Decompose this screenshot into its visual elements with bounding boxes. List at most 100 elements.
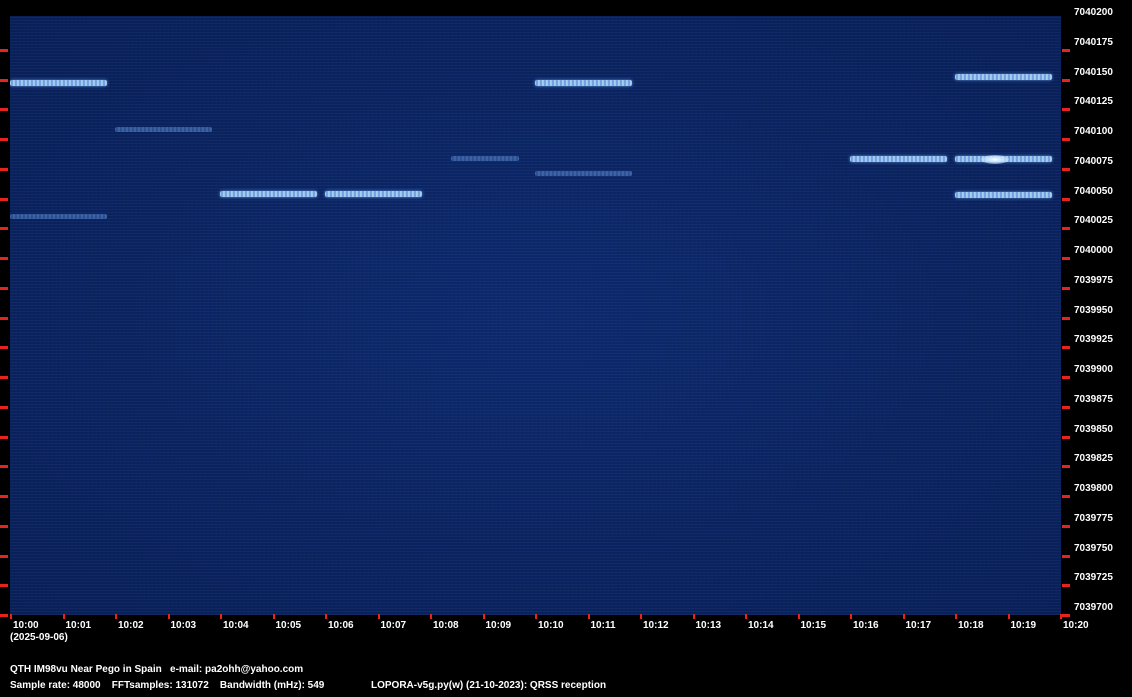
frequency-tick-label: 7039800 bbox=[1074, 483, 1113, 494]
frequency-tick-label: 7040000 bbox=[1074, 245, 1113, 256]
frequency-tick-mark bbox=[1062, 257, 1070, 260]
frequency-tick-label: 7040100 bbox=[1074, 126, 1113, 137]
time-tick-mark bbox=[220, 614, 222, 619]
qrss-signal-trace bbox=[10, 213, 108, 219]
time-tick-mark bbox=[902, 614, 905, 619]
left-tick-mark bbox=[0, 495, 8, 498]
time-tick-label: 10:07 bbox=[380, 620, 407, 631]
left-tick-mark bbox=[0, 376, 8, 379]
signal-flare bbox=[981, 155, 1010, 165]
time-tick-mark bbox=[692, 614, 695, 619]
left-tick-mark bbox=[0, 614, 8, 617]
frequency-tick-label: 7040050 bbox=[1074, 185, 1113, 197]
time-tick-mark bbox=[167, 614, 170, 619]
station-info: QTH IM98vu Near Pego in Spain e-mail: pa… bbox=[10, 664, 304, 675]
frequency-tick-label: 7039775 bbox=[1074, 512, 1113, 524]
time-tick-label: 10:06 bbox=[328, 620, 354, 631]
time-tick-mark bbox=[272, 614, 275, 619]
time-tick-label: 10:09 bbox=[485, 620, 512, 631]
left-tick-mark bbox=[0, 554, 8, 558]
left-tick-mark bbox=[0, 48, 8, 52]
time-tick-mark bbox=[62, 614, 65, 619]
time-tick-label: 10:03 bbox=[170, 620, 197, 631]
left-tick-mark bbox=[0, 108, 8, 112]
frequency-tick-label: 7039825 bbox=[1074, 453, 1113, 465]
time-tick-mark bbox=[587, 614, 590, 619]
time-tick-label: 10:17 bbox=[905, 620, 932, 631]
frequency-tick-mark bbox=[1062, 227, 1070, 231]
left-tick-mark bbox=[0, 227, 8, 231]
time-tick-mark bbox=[850, 614, 852, 619]
frequency-tick-mark bbox=[1062, 554, 1070, 558]
frequency-tick-mark bbox=[1062, 197, 1070, 201]
left-tick-mark bbox=[0, 465, 8, 469]
time-tick-mark bbox=[955, 614, 957, 619]
time-tick-label: 10:20 bbox=[1063, 620, 1089, 631]
time-tick-label: 10:10 bbox=[538, 620, 564, 631]
capture-parameters: Sample rate: 48000 FFTsamples: 131072 Ba… bbox=[10, 680, 325, 691]
time-tick-label: 10:02 bbox=[118, 620, 144, 631]
left-tick-mark bbox=[0, 197, 8, 201]
time-tick-mark bbox=[377, 614, 380, 619]
frequency-tick-mark bbox=[1062, 495, 1070, 498]
frequency-tick-mark bbox=[1062, 376, 1070, 379]
time-tick-mark bbox=[115, 614, 117, 619]
frequency-tick-mark bbox=[1062, 108, 1070, 112]
frequency-tick-label: 7039700 bbox=[1074, 602, 1113, 613]
frequency-tick-mark bbox=[1062, 167, 1070, 171]
time-tick-label: 10:04 bbox=[223, 620, 249, 631]
time-tick-mark bbox=[640, 614, 642, 619]
time-tick-label: 10:11 bbox=[590, 620, 616, 631]
frequency-tick-label: 7040200 bbox=[1074, 7, 1113, 18]
qrss-signal-trace bbox=[220, 190, 318, 197]
frequency-tick-mark bbox=[1062, 524, 1070, 528]
frequency-tick-mark bbox=[1062, 584, 1070, 588]
program-info: LOPORA-v5g.py(w) (21-10-2023): QRSS rece… bbox=[371, 680, 607, 691]
left-tick-mark bbox=[0, 257, 8, 260]
qrss-signal-trace bbox=[955, 74, 1053, 81]
date-label: (2025-09-06) bbox=[10, 632, 68, 643]
time-tick-mark bbox=[430, 614, 432, 619]
time-tick-label: 10:12 bbox=[643, 620, 669, 631]
frequency-tick-mark bbox=[1062, 405, 1070, 409]
time-tick-label: 10:15 bbox=[800, 620, 827, 631]
frequency-tick-mark bbox=[1062, 286, 1070, 290]
frequency-tick-label: 7039950 bbox=[1074, 304, 1113, 316]
time-tick-label: 10:13 bbox=[695, 620, 722, 631]
time-tick-label: 10:00 bbox=[13, 620, 39, 631]
left-tick-mark bbox=[0, 286, 8, 290]
frequency-tick-mark bbox=[1062, 78, 1070, 82]
frequency-tick-label: 7039850 bbox=[1074, 423, 1113, 435]
qrss-signal-trace bbox=[115, 126, 213, 132]
qrss-signal-trace bbox=[325, 190, 423, 197]
left-tick-mark bbox=[0, 584, 8, 588]
time-tick-mark bbox=[10, 614, 12, 619]
frequency-tick-mark bbox=[1062, 435, 1070, 439]
time-tick-mark bbox=[1007, 614, 1010, 619]
time-tick-label: 10:16 bbox=[853, 620, 879, 631]
frequency-tick-label: 7039725 bbox=[1074, 572, 1113, 584]
frequency-tick-label: 7040075 bbox=[1074, 155, 1113, 167]
frequency-tick-mark bbox=[1062, 316, 1070, 320]
time-tick-mark bbox=[482, 614, 485, 619]
time-tick-mark bbox=[745, 614, 747, 619]
frequency-tick-mark bbox=[1062, 614, 1070, 617]
frequency-tick-label: 7039975 bbox=[1074, 274, 1113, 286]
frequency-tick-label: 7040175 bbox=[1074, 36, 1113, 48]
left-tick-mark bbox=[0, 78, 8, 82]
frequency-tick-label: 7039925 bbox=[1074, 334, 1113, 346]
frequency-tick-label: 7040025 bbox=[1074, 215, 1113, 227]
frequency-tick-mark bbox=[1062, 138, 1070, 141]
left-tick-mark bbox=[0, 167, 8, 171]
time-tick-label: 10:18 bbox=[958, 620, 984, 631]
time-tick-mark bbox=[325, 614, 327, 619]
left-tick-mark bbox=[0, 346, 8, 350]
left-tick-mark bbox=[0, 316, 8, 320]
frequency-tick-label: 7040125 bbox=[1074, 96, 1113, 108]
frequency-tick-label: 7039900 bbox=[1074, 364, 1113, 375]
spectrogram-waterfall bbox=[10, 16, 1061, 615]
time-tick-label: 10:01 bbox=[65, 620, 92, 631]
qrss-signal-trace bbox=[955, 192, 1053, 199]
qrss-signal-trace bbox=[535, 80, 633, 87]
frequency-tick-mark bbox=[1062, 465, 1070, 469]
